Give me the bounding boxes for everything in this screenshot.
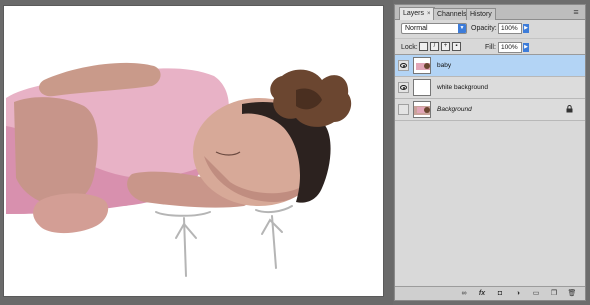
- layer-row-baby[interactable]: baby: [395, 55, 585, 77]
- tab-channels-label: Channels: [437, 11, 467, 18]
- opacity-slider-arrow-icon[interactable]: ▶: [523, 24, 529, 33]
- layer-thumbnail: [413, 57, 431, 74]
- lock-brush-icon[interactable]: /: [430, 42, 439, 51]
- visibility-toggle[interactable]: [398, 60, 409, 71]
- lock-options-row: Lock: / + ▪ Fill: 100% ▶: [395, 38, 585, 54]
- tab-history[interactable]: History: [466, 8, 496, 20]
- blend-mode-value: Normal: [405, 25, 428, 32]
- fill-slider-arrow-icon[interactable]: ▶: [523, 43, 529, 52]
- folder-icon[interactable]: ▭: [531, 289, 541, 298]
- baby-foot: [33, 193, 109, 234]
- blend-mode-select[interactable]: Normal ▼: [401, 23, 467, 34]
- lock-move-icon[interactable]: +: [441, 42, 450, 51]
- document-canvas[interactable]: [4, 6, 383, 296]
- fx-icon[interactable]: fx: [477, 289, 487, 298]
- adjustment-icon[interactable]: ◑: [513, 289, 523, 298]
- lock-all-icon[interactable]: ▪: [452, 42, 461, 51]
- visibility-toggle[interactable]: [398, 82, 409, 93]
- eye-icon: [400, 85, 407, 90]
- opacity-value: 100%: [501, 25, 518, 32]
- trash-icon[interactable]: 🗑: [567, 289, 577, 298]
- layer-row-background[interactable]: Background: [395, 99, 585, 121]
- layer-row-white-background[interactable]: white background: [395, 77, 585, 99]
- layer-thumbnail: [413, 101, 431, 118]
- fill-value: 100%: [501, 44, 518, 51]
- eye-icon: [400, 63, 407, 68]
- fill-field[interactable]: 100%: [498, 42, 522, 53]
- canvas-area: [0, 0, 393, 305]
- panel-footer: ∞ fx ◘ ◑ ▭ ❐ 🗑: [395, 286, 585, 300]
- lock-label: Lock:: [401, 44, 418, 51]
- panel-menu-icon[interactable]: ≡: [571, 7, 581, 17]
- visibility-toggle[interactable]: [398, 104, 409, 115]
- sketch-arrows: [155, 205, 293, 277]
- panel-tab-bar: Layers × Channels History ≡: [395, 5, 585, 20]
- layer-name: Background: [437, 106, 472, 113]
- layers-panel: Layers × Channels History ≡ Normal ▼ Opac…: [394, 4, 586, 301]
- fill-label: Fill:: [485, 44, 496, 51]
- tab-layers-label: Layers: [403, 10, 425, 17]
- lock-transparent-icon[interactable]: [419, 42, 428, 51]
- lock-icon: [566, 105, 573, 113]
- tab-history-label: History: [470, 11, 492, 18]
- baby-leg: [14, 97, 98, 206]
- opacity-field[interactable]: 100%: [498, 23, 522, 34]
- link-icon[interactable]: ∞: [459, 289, 469, 298]
- layer-name: baby: [437, 62, 452, 69]
- new-layer-icon[interactable]: ❐: [549, 289, 559, 298]
- chevron-down-icon: ▼: [458, 24, 466, 33]
- tab-channels[interactable]: Channels: [433, 8, 471, 20]
- layer-thumbnail: [413, 79, 431, 96]
- canvas-image: [6, 62, 352, 277]
- layer-name: white background: [437, 84, 488, 91]
- layer-list: baby white background Background: [395, 54, 585, 285]
- close-icon[interactable]: ×: [427, 11, 431, 17]
- mask-icon[interactable]: ◘: [495, 289, 505, 298]
- blend-options-row: Normal ▼ Opacity: 100% ▶: [395, 21, 585, 37]
- opacity-label: Opacity:: [471, 25, 497, 32]
- tab-layers[interactable]: Layers ×: [399, 7, 435, 20]
